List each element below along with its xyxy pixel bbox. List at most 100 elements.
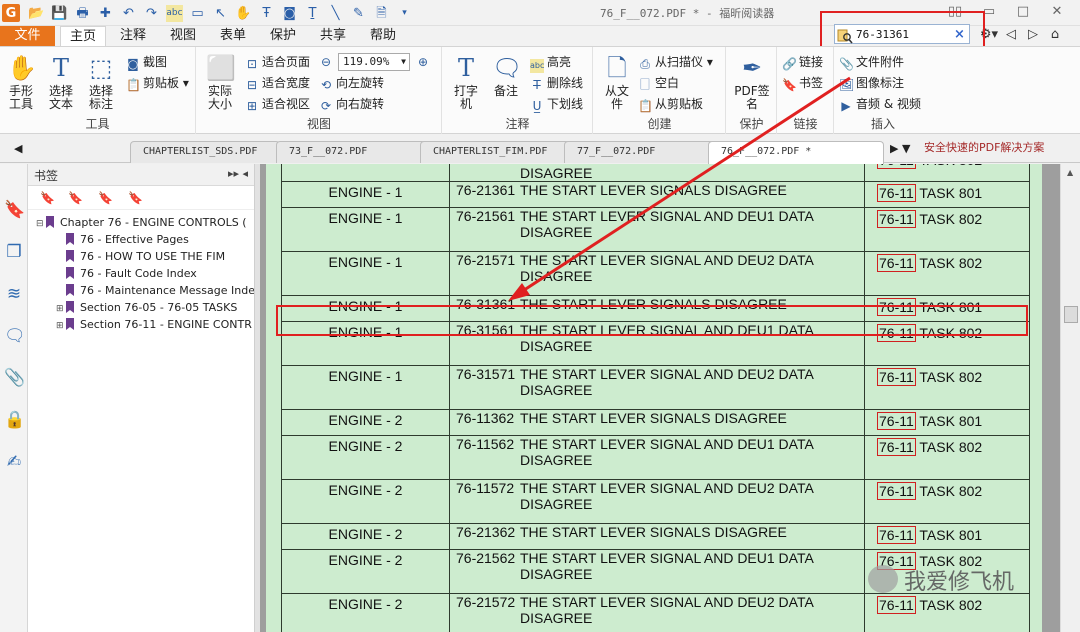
chapter-link[interactable]: 76-11 (877, 164, 916, 169)
from-clipboard-button[interactable]: 📋 从剪贴板 (638, 95, 703, 113)
text-select-icon[interactable]: Ŧ (258, 5, 275, 22)
chapter-link[interactable]: 76-11 (877, 482, 916, 500)
panel-collapse-icon[interactable]: ▸▸ ◂ (228, 167, 248, 180)
pdf-sign-button[interactable]: ✒ PDF签名 (733, 53, 771, 111)
strikeout-button[interactable]: T̶ 删除线 (530, 74, 583, 92)
save-icon[interactable]: 💾 (51, 5, 68, 22)
select-text-button[interactable]: T 选择文本 (44, 53, 78, 111)
typewriter-icon[interactable]: abc (166, 4, 183, 22)
pencil-icon[interactable]: ✎ (350, 5, 367, 22)
from-file-button[interactable]: 🗋 从文件 (600, 53, 634, 111)
chapter-link[interactable]: 76-11 (877, 210, 916, 228)
security-panel-icon[interactable]: 🔒 (4, 410, 25, 430)
tabs-scroll-right-icon[interactable]: ▶ ▼ (890, 142, 910, 155)
redo-icon[interactable]: ↷ (143, 5, 160, 22)
chapter-link[interactable]: 76-11 (877, 254, 916, 272)
pointer-icon[interactable]: ↖ (212, 5, 229, 22)
zoom-select[interactable]: 119.09% ▼ (338, 53, 410, 71)
layers-panel-icon[interactable]: ≋ (4, 284, 24, 304)
doc-tab[interactable]: 77_F__072.PDF (564, 141, 714, 163)
customize-dropdown-icon[interactable]: ▾ (396, 5, 413, 22)
pages-panel-icon[interactable]: ❐ (4, 242, 24, 262)
zoom-in-icon[interactable]: ⊕ (416, 55, 430, 69)
tab-comment[interactable]: 注释 (112, 26, 154, 46)
fit-visible-button[interactable]: ⊞ 适合视区 (245, 95, 310, 113)
clipboard-button[interactable]: 📋 剪贴板 ▾ (126, 74, 189, 92)
line-icon[interactable]: ╲ (327, 5, 344, 22)
chapter-link[interactable]: 76-11 (877, 438, 916, 456)
bookmark-add-icon[interactable]: 🔖 (68, 191, 84, 205)
expand-icon[interactable]: ⊞ (56, 301, 66, 316)
bookmark-move-icon[interactable]: 🔖 (98, 191, 114, 205)
scroll-up-icon[interactable]: ▲ (1067, 168, 1073, 177)
note-button[interactable]: 🗨 备注 (489, 53, 523, 98)
link-button[interactable]: 🔗 链接 (782, 53, 823, 71)
tab-form[interactable]: 表单 (212, 26, 254, 46)
bookmark-item[interactable]: ⊞ Section 76-05 - 76-05 TASKS (28, 299, 254, 316)
app-logo-icon[interactable]: G (2, 4, 20, 22)
print-icon[interactable]: 🖶 (74, 5, 91, 22)
fit-width-button[interactable]: ⊟ 适合宽度 (245, 74, 310, 92)
tab-home[interactable]: 主页 (60, 26, 106, 47)
actual-size-button[interactable]: ⬜ 实际大小 (203, 53, 237, 111)
previous-result-icon[interactable]: ◁ (1000, 27, 1022, 42)
text-tool-icon[interactable]: Ṯ (304, 5, 321, 22)
page-icon[interactable]: 🗎 (373, 5, 390, 22)
blank-button[interactable]: 🗌 空白 (638, 74, 679, 92)
hand-tool-button[interactable]: ✋ 手形工具 (4, 53, 38, 111)
signatures-panel-icon[interactable]: ✍ (4, 452, 24, 472)
bookmark-item[interactable]: ⊞ Section 76-11 - ENGINE CONTR (28, 316, 254, 333)
chapter-link[interactable]: 76-11 (877, 526, 916, 544)
collapse-icon[interactable]: ⊟ (36, 216, 46, 231)
underline-button[interactable]: U̲ 下划线 (530, 95, 583, 113)
zoom-out-icon[interactable]: ⊖ (319, 55, 333, 69)
tab-protect[interactable]: 保护 (262, 26, 304, 46)
select-area-icon[interactable]: ▭ (189, 5, 206, 22)
bookmark-item[interactable]: ⊟ Chapter 76 - ENGINE CONTROLS ( (28, 214, 254, 231)
doc-tab[interactable]: CHAPTERLIST_FIM.PDF (420, 141, 570, 163)
undo-icon[interactable]: ↶ (120, 5, 137, 22)
screenshot-button[interactable]: ◙ 截图 (126, 53, 167, 71)
select-annotation-button[interactable]: ⬚ 选择标注 (84, 53, 118, 111)
bookmark-item[interactable]: 76 - HOW TO USE THE FIM (28, 248, 254, 265)
bookmark-delete-icon[interactable]: 🔖 (128, 191, 144, 205)
expand-icon[interactable]: ⊞ (56, 318, 66, 333)
doc-tab[interactable]: CHAPTERLIST_SDS.PDF (130, 141, 280, 163)
promo-banner[interactable]: 安全快速的PDF解决方案 (924, 139, 1044, 155)
tab-share[interactable]: 共享 (312, 26, 354, 46)
document-viewport[interactable]: ENGINE - 176-11571THE START LEVER SIGNAL… (260, 164, 1060, 632)
open-icon[interactable]: 📂 (28, 5, 45, 22)
new-icon[interactable]: ✚ (97, 5, 114, 22)
doc-tab-active[interactable]: 76_F__072.PDF * (708, 141, 884, 164)
bookmark-panel-icon[interactable]: 🔖 (4, 200, 25, 220)
bookmark-item[interactable]: 76 - Maintenance Message Inde (28, 282, 254, 299)
image-annotation-button[interactable]: 🖼 图像标注 (839, 74, 904, 92)
maximize-icon[interactable]: □ (1006, 2, 1040, 22)
comments-panel-icon[interactable]: 🗨 (4, 326, 26, 346)
next-result-icon[interactable]: ▷ (1022, 27, 1044, 42)
fit-page-button[interactable]: ⊡ 适合页面 (245, 53, 310, 71)
bookmark-item[interactable]: 76 - Fault Code Index (28, 265, 254, 282)
scroll-thumb[interactable] (1064, 306, 1078, 323)
tab-help[interactable]: 帮助 (362, 26, 404, 46)
close-icon[interactable]: ✕ (1040, 2, 1074, 22)
doc-tab[interactable]: 73_F__072.PDF (276, 141, 426, 163)
bookmark-new-icon[interactable]: 🔖 (40, 191, 56, 205)
rotate-right-button[interactable]: ⟳ 向右旋转 (319, 95, 384, 113)
chapter-link[interactable]: 76-11 (877, 184, 916, 202)
hand-icon[interactable]: ✋ (235, 5, 252, 22)
bookmark-button[interactable]: 🔖 书签 (782, 74, 823, 92)
chapter-link[interactable]: 76-11 (877, 412, 916, 430)
audio-video-button[interactable]: ▶ 音频 & 视频 (839, 95, 921, 113)
attachments-panel-icon[interactable]: 📎 (4, 368, 25, 388)
extra-icon[interactable]: ⌂ (1044, 27, 1066, 42)
typewriter-button[interactable]: T 打字机 (449, 53, 483, 111)
from-scanner-button[interactable]: ⎙ 从扫描仪 ▾ (638, 53, 713, 71)
bookmark-item[interactable]: 76 - Effective Pages (28, 231, 254, 248)
tab-file[interactable]: 文件 (0, 26, 55, 46)
highlight-button[interactable]: abc 高亮 (530, 53, 571, 73)
rotate-left-button[interactable]: ⟲ 向左旋转 (319, 74, 384, 92)
vertical-scrollbar[interactable]: ▲ (1060, 164, 1080, 632)
attachment-button[interactable]: 📎 文件附件 (839, 53, 904, 71)
snapshot-icon[interactable]: ◙ (281, 5, 298, 22)
